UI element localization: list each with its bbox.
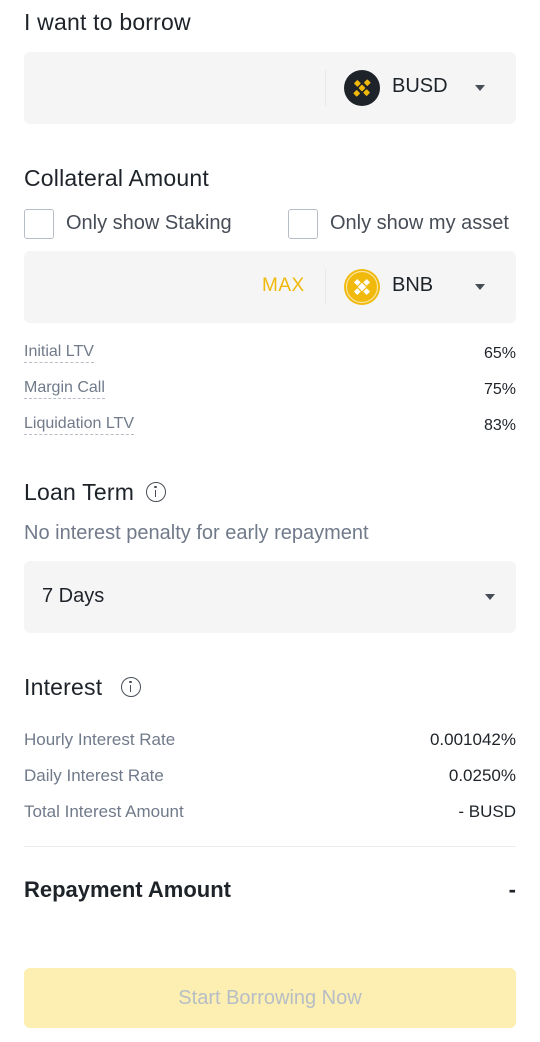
chevron-down-icon[interactable] [485, 594, 495, 600]
only-show-staking-checkbox[interactable] [24, 209, 54, 239]
info-icon[interactable] [146, 482, 166, 502]
only-show-my-asset-label[interactable]: Only show my asset [330, 212, 509, 235]
margin-call-value: 75% [483, 381, 516, 398]
chevron-down-icon[interactable] [475, 284, 485, 290]
borrow-coin-symbol[interactable]: BUSD [392, 75, 448, 98]
repayment-amount-label: Repayment Amount [24, 877, 231, 902]
loan-term-subtitle: No interest penalty for early repayment [24, 522, 369, 544]
only-show-staking-label[interactable]: Only show Staking [66, 212, 232, 235]
info-icon[interactable] [121, 677, 141, 697]
loan-term-select[interactable]: 7 Days [24, 561, 516, 633]
only-show-my-asset-checkbox[interactable] [288, 209, 318, 239]
divider [24, 846, 516, 847]
field-divider [325, 269, 326, 305]
hourly-interest-rate-value: 0.001042% [429, 730, 516, 749]
hourly-interest-rate-label: Hourly Interest Rate [24, 730, 176, 749]
margin-call-label[interactable]: Margin Call [24, 379, 105, 399]
initial-ltv-value: 65% [483, 345, 516, 362]
interest-heading: Interest [24, 674, 103, 700]
collateral-amount-field[interactable]: MAX BNB [24, 251, 516, 323]
busd-coin-icon [344, 70, 380, 106]
borrow-amount-field[interactable]: BUSD [24, 52, 516, 124]
initial-ltv-label[interactable]: Initial LTV [24, 343, 94, 363]
collateral-filters: Only show Staking Only show my asset [0, 209, 540, 241]
start-borrowing-button[interactable]: Start Borrowing Now [24, 968, 516, 1028]
daily-interest-rate-label: Daily Interest Rate [24, 766, 164, 785]
borrow-heading: I want to borrow [24, 9, 191, 35]
bnb-coin-icon [344, 269, 380, 305]
start-borrowing-label: Start Borrowing Now [178, 987, 362, 1009]
loan-term-selected: 7 Days [42, 585, 105, 607]
chevron-down-icon[interactable] [475, 85, 485, 91]
daily-interest-rate-value: 0.0250% [448, 766, 516, 785]
loan-term-heading: Loan Term [24, 479, 135, 505]
liquidation-ltv-label[interactable]: Liquidation LTV [24, 415, 134, 435]
collateral-heading: Collateral Amount [24, 165, 209, 191]
collateral-coin-symbol[interactable]: BNB [392, 274, 433, 297]
field-divider [325, 70, 326, 106]
repayment-amount-value: - [508, 877, 516, 902]
liquidation-ltv-value: 83% [483, 417, 516, 434]
max-button[interactable]: MAX [262, 275, 305, 297]
total-interest-amount-label: Total Interest Amount [24, 802, 184, 821]
total-interest-amount-value: - BUSD [458, 802, 516, 821]
